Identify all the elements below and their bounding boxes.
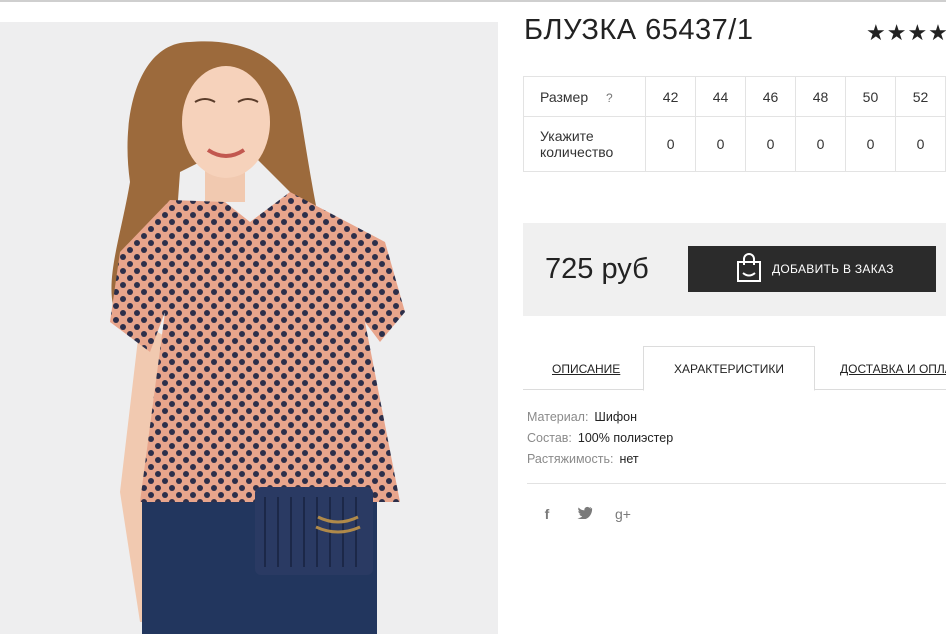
characteristics-list: Материал: Шифон Состав: 100% полиэстер Рас… (527, 407, 673, 470)
characteristic-key: Состав: (527, 431, 572, 445)
facebook-icon[interactable]: f (537, 506, 557, 522)
add-to-order-label: ДОБАВИТЬ В ЗАКАЗ (772, 262, 894, 276)
section-divider (527, 483, 946, 484)
product-tabs: ОПИСАНИЕ ХАРАКТЕРИСТИКИ ДОСТАВКА И ОПЛАТ… (523, 346, 946, 391)
size-table: Размер ? 42 44 46 48 50 52 Укажите колич… (522, 76, 946, 172)
size-cell: 48 (795, 76, 846, 117)
quantity-input-50[interactable]: 0 (844, 116, 896, 172)
characteristic-row: Растяжимость: нет (527, 449, 673, 470)
quantity-input-42[interactable]: 0 (645, 116, 697, 172)
size-label: Размер (540, 88, 589, 105)
quantity-label-line2: количество (540, 144, 614, 160)
quantity-label-line1: Укажите (540, 128, 594, 144)
product-title: БЛУЗКА 65437/1 (524, 14, 754, 46)
characteristic-row: Материал: Шифон (527, 407, 673, 428)
quantity-header-cell: Укажите количество (522, 116, 647, 172)
top-divider (0, 0, 946, 2)
size-header-cell: Размер ? (522, 76, 647, 117)
characteristic-key: Растяжимость: (527, 452, 614, 466)
google-plus-icon[interactable]: g+ (613, 506, 633, 522)
quantity-input-44[interactable]: 0 (695, 116, 747, 172)
add-to-order-button[interactable]: ДОБАВИТЬ В ЗАКАЗ (688, 246, 936, 292)
tab-characteristics[interactable]: ХАРАКТЕРИСТИКИ (643, 346, 815, 391)
price-box: 725 руб ДОБАВИТЬ В ЗАКАЗ (523, 223, 946, 316)
characteristic-value: нет (619, 452, 639, 466)
size-cell: 42 (645, 76, 697, 117)
size-cell: 52 (894, 76, 946, 117)
price: 725 руб (545, 253, 649, 285)
shopping-bag-icon (736, 252, 762, 286)
size-cell: 50 (844, 76, 896, 117)
size-row: Размер ? 42 44 46 48 50 52 (522, 76, 946, 117)
characteristic-value: 100% полиэстер (577, 431, 674, 445)
social-share: f g+ (537, 506, 633, 522)
quantity-input-52[interactable]: 0 (894, 116, 946, 172)
size-cell: 44 (695, 76, 747, 117)
size-help-icon[interactable]: ? (606, 91, 613, 105)
quantity-row: Укажите количество 0 0 0 0 0 0 (522, 116, 946, 172)
quantity-input-46[interactable]: 0 (745, 116, 797, 172)
characteristic-value: Шифон (594, 410, 637, 424)
rating-stars-icon[interactable]: ★★★★★ (866, 20, 946, 46)
characteristic-key: Материал: (527, 410, 589, 424)
tab-description[interactable]: ОПИСАНИЕ (552, 347, 620, 391)
twitter-icon[interactable] (575, 506, 595, 522)
product-photo[interactable] (0, 22, 498, 634)
tab-delivery[interactable]: ДОСТАВКА И ОПЛАТА (840, 347, 946, 391)
quantity-input-48[interactable]: 0 (795, 116, 846, 172)
characteristic-row: Состав: 100% полиэстер (527, 428, 673, 449)
size-cell: 46 (745, 76, 797, 117)
